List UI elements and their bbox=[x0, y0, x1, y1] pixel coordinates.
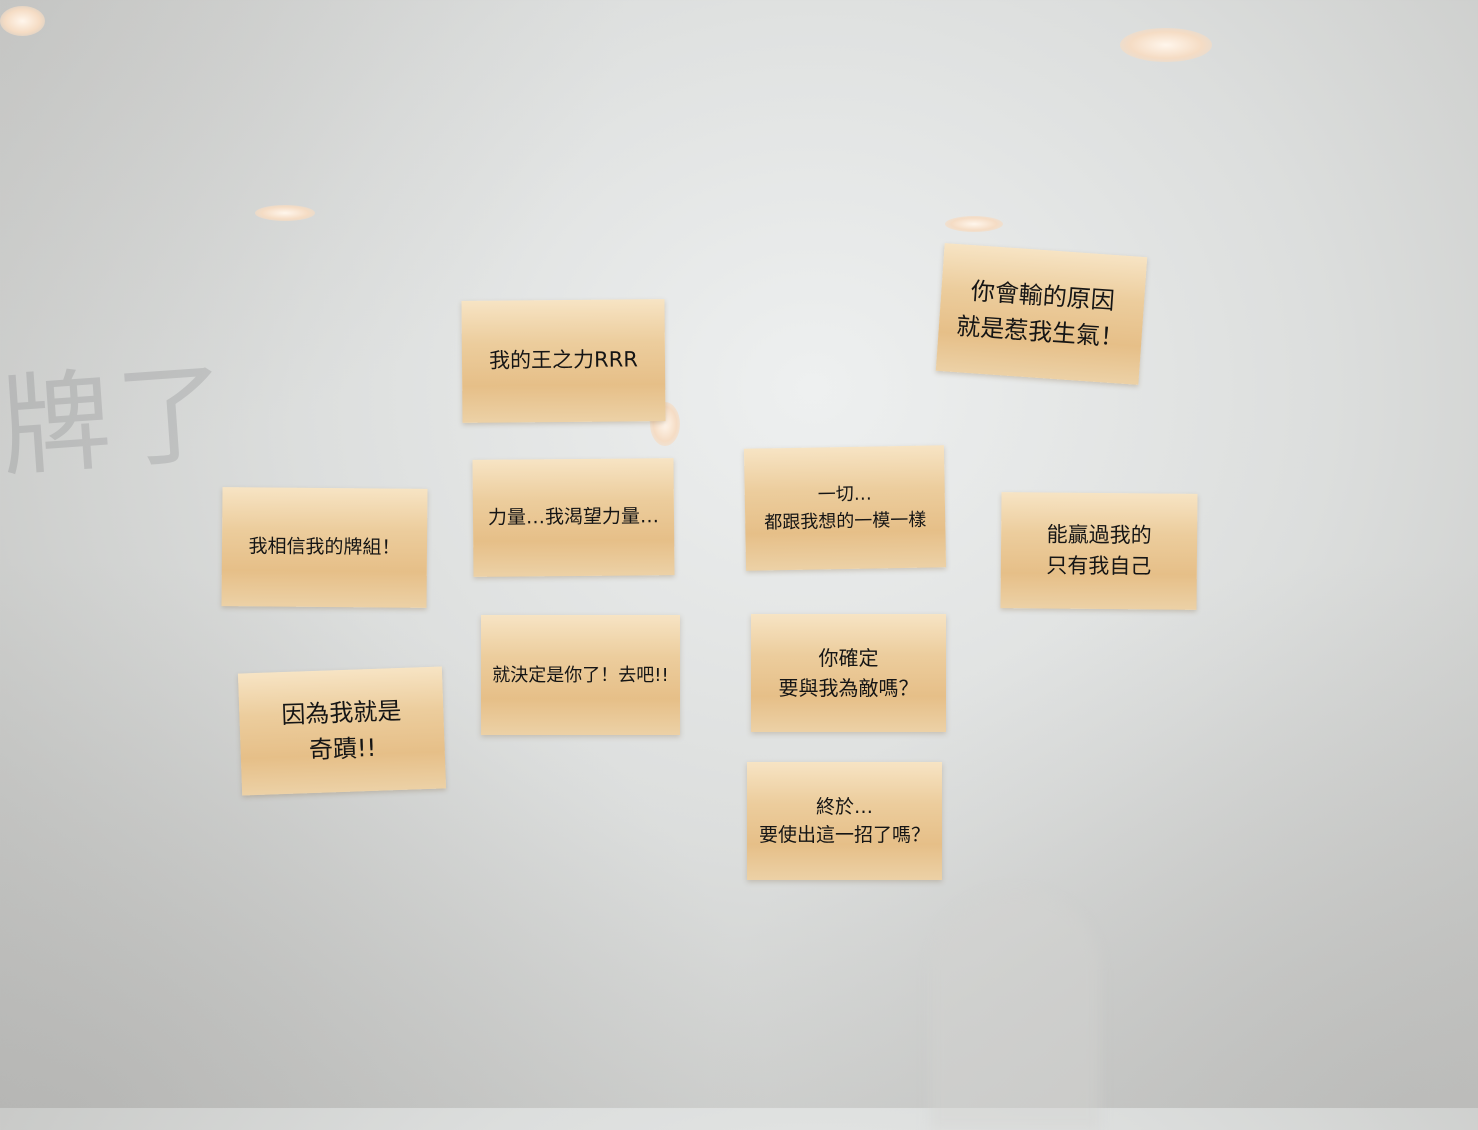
sticky-note-jue-ding: 就決定是你了！去吧!! bbox=[481, 615, 680, 735]
sticky-note-wang-zhi-li: 我的王之力RRR bbox=[461, 299, 666, 423]
ceiling-light bbox=[945, 216, 1003, 232]
note-line: 只有我自己 bbox=[1046, 553, 1152, 579]
note-line: 一切… bbox=[817, 483, 872, 506]
ceiling-light bbox=[1120, 28, 1212, 62]
note-line: 因為我就是 bbox=[280, 696, 402, 730]
sticky-note-ni-hui-shu: 你會輸的原因 就是惹我生氣！ bbox=[935, 243, 1148, 385]
note-line: 你確定 bbox=[818, 646, 879, 670]
note-line: 就決定是你了！去吧!! bbox=[492, 664, 669, 686]
note-line: 要與我為敵嗎？ bbox=[778, 676, 919, 700]
person-reflection bbox=[930, 890, 1100, 1130]
sticky-note-zhong-yu: 終於… 要使出這一招了嗎？ bbox=[747, 762, 942, 880]
note-line: 我的王之力RRR bbox=[489, 347, 638, 373]
sticky-note-yi-qie: 一切… 都跟我想的一模一樣 bbox=[743, 445, 947, 571]
note-line: 奇蹟!! bbox=[308, 733, 377, 765]
sticky-note-que-ding: 你確定 要與我為敵嗎？ bbox=[751, 614, 946, 732]
note-line: 能贏過我的 bbox=[1046, 522, 1152, 547]
note-line: 要使出這一招了嗎？ bbox=[758, 824, 930, 846]
ceiling-light bbox=[0, 6, 45, 36]
note-line: 都跟我想的一模一樣 bbox=[764, 509, 927, 534]
sticky-note-qi-ji: 因為我就是 奇蹟!! bbox=[237, 666, 447, 796]
sticky-note-li-liang: 力量…我渴望力量… bbox=[472, 458, 675, 577]
note-line: 力量…我渴望力量… bbox=[487, 505, 660, 529]
note-line: 我相信我的牌組！ bbox=[248, 535, 401, 559]
sticky-note-neng-ying: 能贏過我的 只有我自己 bbox=[1000, 492, 1198, 610]
sticky-note-xiang-xin: 我相信我的牌組！ bbox=[221, 487, 428, 608]
ceiling-light bbox=[255, 205, 315, 221]
faded-whiteboard-writing: 牌了 bbox=[0, 348, 237, 492]
note-line: 終於… bbox=[815, 795, 873, 818]
